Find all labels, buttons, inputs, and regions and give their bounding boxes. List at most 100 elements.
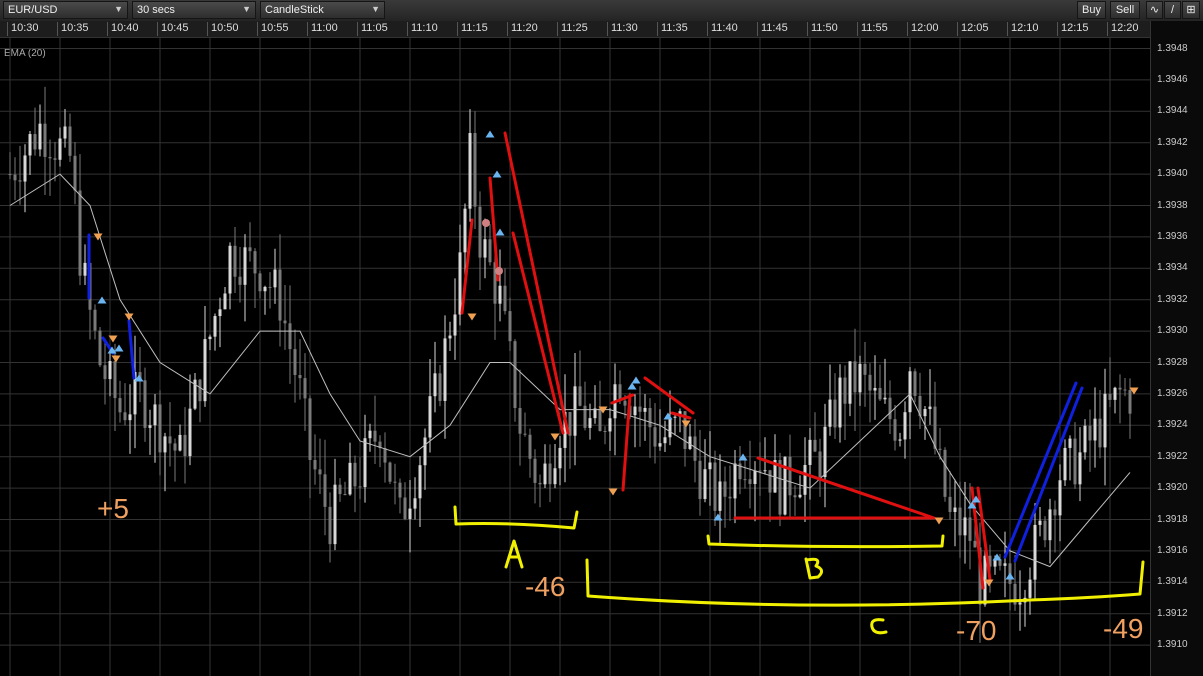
candle-body bbox=[553, 468, 557, 485]
buy-arrow-icon bbox=[114, 344, 124, 352]
candle-body bbox=[908, 371, 912, 413]
candle-body bbox=[808, 439, 812, 465]
time-tick-label: 11:10 bbox=[407, 22, 438, 36]
bracket-a bbox=[453, 505, 579, 530]
candle-body bbox=[23, 155, 27, 182]
candle-body bbox=[523, 433, 527, 435]
candle-body bbox=[923, 409, 927, 417]
pnl-annotation: -70 bbox=[956, 615, 996, 646]
time-tick-label: 11:45 bbox=[757, 22, 788, 36]
candle-body bbox=[638, 406, 642, 412]
candle-body bbox=[728, 496, 732, 499]
candle-body bbox=[1083, 425, 1087, 453]
candle-body bbox=[653, 427, 657, 447]
time-tick-label: 11:25 bbox=[557, 22, 588, 36]
candle-body bbox=[928, 406, 932, 410]
candle-body bbox=[623, 400, 627, 406]
time-tick-label: 12:05 bbox=[957, 22, 989, 36]
candle-body bbox=[803, 464, 807, 495]
price-tick-label: 1.3928 bbox=[1157, 356, 1188, 368]
time-tick-label: 12:00 bbox=[907, 22, 939, 36]
letter-a-mark bbox=[504, 539, 524, 569]
candle-body bbox=[948, 496, 952, 512]
sell-arrow-icon bbox=[934, 517, 944, 525]
candle-body bbox=[538, 482, 542, 485]
candle-body bbox=[503, 285, 507, 312]
price-tick-label: 1.3930 bbox=[1157, 325, 1188, 337]
candle-body bbox=[1128, 390, 1132, 414]
grid-tool-icon[interactable]: ⊞ bbox=[1182, 1, 1200, 19]
candle-body bbox=[113, 361, 117, 399]
candle-body bbox=[558, 447, 562, 469]
candle-body bbox=[1113, 387, 1117, 400]
candle-body bbox=[868, 374, 872, 391]
candle-body bbox=[18, 180, 22, 182]
candle-body bbox=[813, 439, 817, 452]
candle-body bbox=[688, 436, 692, 449]
candlestick-chart[interactable]: +5 -46 -70 -49 bbox=[0, 37, 1150, 676]
candle-body bbox=[398, 482, 402, 498]
line-tool-icon[interactable]: / bbox=[1164, 1, 1181, 19]
candle-body bbox=[93, 309, 97, 331]
candle-body bbox=[443, 338, 447, 401]
candle-body bbox=[913, 371, 917, 396]
candle-body bbox=[1058, 480, 1062, 516]
sell-arrow-icon bbox=[467, 313, 477, 321]
time-tick-label: 11:55 bbox=[857, 22, 888, 36]
chevron-down-icon: ▼ bbox=[242, 4, 251, 14]
time-tick-label: 10:50 bbox=[207, 22, 239, 36]
buy-button[interactable]: Buy bbox=[1077, 1, 1106, 19]
candle-body bbox=[283, 320, 287, 324]
candle-body bbox=[663, 437, 667, 444]
candle-body bbox=[198, 379, 202, 402]
candle-body bbox=[518, 407, 522, 434]
time-tick-label: 11:40 bbox=[707, 22, 738, 36]
candle-body bbox=[788, 456, 792, 496]
marker-dot bbox=[495, 267, 503, 275]
candle-body bbox=[278, 269, 282, 321]
candle-body bbox=[658, 443, 662, 447]
candle-body bbox=[478, 206, 482, 258]
candle-body bbox=[423, 437, 427, 466]
time-tick-label: 10:40 bbox=[107, 22, 139, 36]
chart-type-select[interactable]: CandleStick ▼ bbox=[260, 1, 385, 19]
candle-body bbox=[8, 174, 12, 176]
wave-tool-icon[interactable]: ∿ bbox=[1146, 1, 1163, 19]
candle-body bbox=[248, 247, 252, 252]
candle-body bbox=[698, 460, 702, 499]
candle-body bbox=[288, 323, 292, 350]
price-tick-label: 1.3932 bbox=[1157, 293, 1188, 305]
time-tick-label: 11:00 bbox=[307, 22, 338, 36]
candle-body bbox=[408, 508, 412, 520]
candle-body bbox=[208, 336, 212, 340]
chevron-down-icon: ▼ bbox=[371, 4, 380, 14]
candle-body bbox=[13, 174, 17, 181]
candle-body bbox=[353, 462, 357, 487]
candle-body bbox=[218, 309, 222, 317]
candle-body bbox=[668, 417, 672, 438]
symbol-select[interactable]: EUR/USD ▼ bbox=[3, 1, 128, 19]
candle-body bbox=[1078, 452, 1082, 485]
chevron-down-icon: ▼ bbox=[114, 4, 123, 14]
candle-body bbox=[418, 465, 422, 499]
candle-body bbox=[753, 470, 757, 484]
candle-body bbox=[733, 463, 737, 499]
candle-body bbox=[373, 430, 377, 442]
time-axis: 10:30 10:35 10:40 10:45 10:50 10:55 11:00 11:05… bbox=[0, 21, 1150, 38]
interval-select[interactable]: 30 secs ▼ bbox=[132, 1, 256, 19]
marker-dot bbox=[482, 219, 490, 227]
candle-body bbox=[348, 462, 352, 495]
candle-body bbox=[1118, 387, 1122, 390]
candle-body bbox=[128, 414, 132, 421]
candle-body bbox=[743, 479, 747, 481]
candle-body bbox=[213, 316, 217, 337]
candle-body bbox=[358, 486, 362, 488]
candle-body bbox=[48, 156, 52, 159]
candle-body bbox=[853, 361, 857, 393]
price-tick-label: 1.3924 bbox=[1157, 419, 1188, 431]
candle-body bbox=[828, 399, 832, 427]
sell-button[interactable]: Sell bbox=[1110, 1, 1140, 19]
candle-body bbox=[303, 378, 307, 399]
candle-body bbox=[723, 481, 727, 497]
candle-body bbox=[153, 404, 157, 426]
